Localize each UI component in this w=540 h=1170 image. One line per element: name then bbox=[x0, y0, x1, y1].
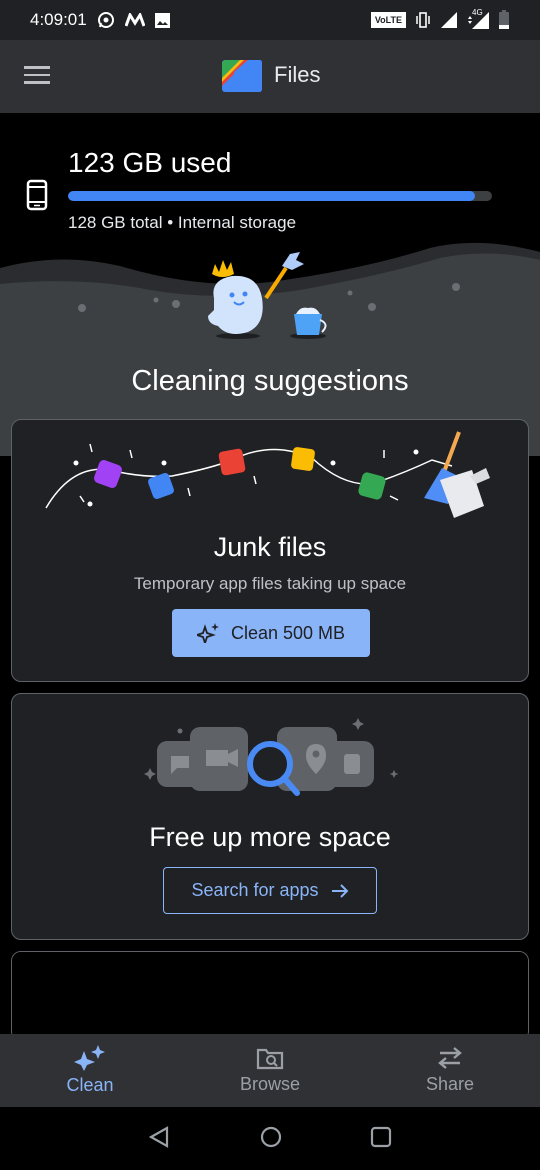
train-icon bbox=[344, 754, 360, 774]
phone-icon bbox=[26, 179, 48, 211]
junk-files-card[interactable]: Junk files Temporary app files taking up… bbox=[11, 419, 529, 682]
search-for-apps-label: Search for apps bbox=[191, 880, 319, 900]
data-signal-icon: 4G bbox=[466, 8, 490, 30]
app-title: Files bbox=[274, 62, 321, 87]
sparkle-icon bbox=[74, 1045, 105, 1071]
clean-junk-button[interactable]: Clean 500 MB bbox=[172, 609, 370, 657]
bottom-navigation: Clean Browse Share bbox=[0, 1034, 540, 1107]
swap-arrows-icon bbox=[438, 1047, 462, 1069]
storage-total-label: 128 GB total • Internal storage bbox=[68, 213, 297, 232]
junk-files-illustration bbox=[45, 431, 490, 518]
junk-files-title: Junk files bbox=[213, 532, 327, 562]
sparkle-icon bbox=[196, 623, 219, 643]
nav-tab-clean-label: Clean bbox=[66, 1075, 114, 1095]
storage-used-label: 123 GB used bbox=[68, 147, 232, 178]
purple-file-icon bbox=[94, 460, 122, 488]
status-bar: 4:09:01 VoLTE 4G bbox=[0, 0, 540, 40]
signal-icon bbox=[441, 12, 457, 28]
nav-tab-clean[interactable]: Clean bbox=[0, 1034, 180, 1107]
recents-icon[interactable] bbox=[370, 1125, 392, 1149]
folder-search-icon bbox=[256, 1048, 284, 1070]
video-icon bbox=[206, 749, 238, 767]
app-brand: Files bbox=[222, 58, 320, 92]
back-icon[interactable] bbox=[148, 1125, 170, 1149]
search-for-apps-button[interactable]: Search for apps bbox=[163, 867, 377, 914]
nav-tab-browse[interactable]: Browse bbox=[180, 1034, 360, 1107]
status-time: 4:09:01 bbox=[30, 10, 87, 29]
nav-tab-share-label: Share bbox=[425, 1074, 475, 1094]
battery-icon bbox=[499, 10, 509, 29]
files-logo-icon bbox=[222, 60, 262, 92]
app-search-illustration bbox=[144, 718, 399, 796]
hamburger-menu-icon bbox=[24, 66, 50, 84]
media-tile[interactable] bbox=[360, 952, 528, 1040]
system-navigation-bar bbox=[0, 1107, 540, 1170]
gallery-icon bbox=[154, 12, 170, 28]
storage-progress-bar bbox=[68, 191, 492, 201]
network-type-label: 4G bbox=[472, 8, 483, 17]
app-bar: Files bbox=[0, 40, 540, 113]
free-up-space-card[interactable]: Free up more space Search for apps bbox=[11, 693, 529, 940]
free-up-space-title: Free up more space bbox=[149, 822, 391, 852]
volte-badge: VoLTE bbox=[370, 12, 406, 28]
whatsapp-icon bbox=[97, 12, 114, 28]
storage-progress-fill bbox=[68, 191, 476, 201]
home-icon[interactable] bbox=[259, 1125, 283, 1149]
menu-button[interactable] bbox=[24, 66, 50, 86]
media-tile[interactable] bbox=[12, 952, 180, 1040]
arrow-right-icon bbox=[331, 883, 348, 898]
media-tile[interactable] bbox=[186, 952, 354, 1040]
junk-files-subtitle: Temporary app files taking up space bbox=[133, 574, 407, 593]
image-file-icon bbox=[218, 448, 246, 476]
note-file-icon bbox=[291, 447, 315, 471]
nav-tab-share[interactable]: Share bbox=[360, 1034, 540, 1107]
clean-junk-button-label: Clean 500 MB bbox=[230, 622, 346, 643]
media-grid-card[interactable] bbox=[11, 951, 529, 1041]
section-heading: Cleaning suggestions bbox=[131, 365, 409, 397]
broom-icon bbox=[424, 431, 490, 518]
vibrate-icon bbox=[416, 12, 430, 28]
m-app-icon bbox=[124, 13, 145, 27]
nav-tab-browse-label: Browse bbox=[239, 1074, 301, 1094]
storage-summary[interactable]: 123 GB used 128 GB total • Internal stor… bbox=[0, 113, 540, 253]
photo-file-icon bbox=[358, 472, 386, 500]
